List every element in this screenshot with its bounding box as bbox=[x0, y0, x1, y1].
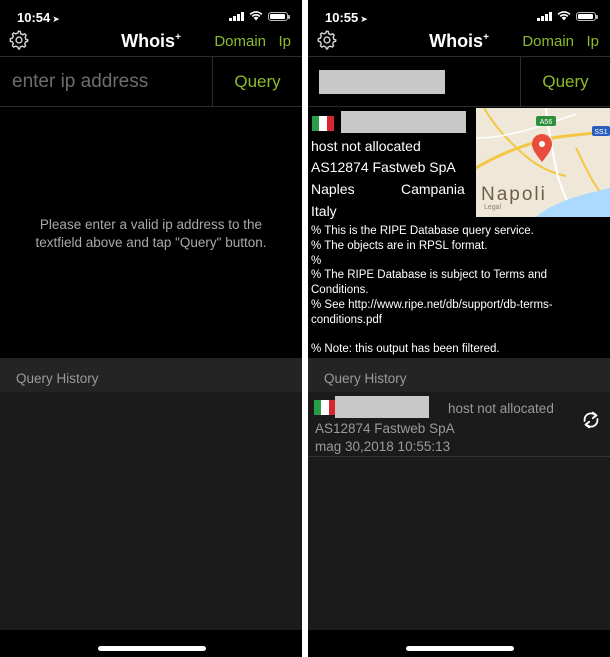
status-bar: 10:55 ➤ bbox=[308, 0, 610, 26]
pin-icon bbox=[532, 134, 552, 162]
history-ip-redacted bbox=[335, 396, 429, 418]
battery-icon bbox=[576, 11, 598, 21]
status-icons bbox=[229, 11, 290, 21]
empty-state-message: Please enter a valid ip address to the t… bbox=[35, 217, 267, 250]
history-host-status: host not allocated bbox=[448, 401, 554, 416]
italy-flag-icon bbox=[312, 116, 334, 131]
query-history-header: Query History bbox=[0, 358, 302, 392]
city-text: Naples bbox=[311, 181, 355, 197]
road-label-ss1: SS1 bbox=[594, 129, 607, 136]
italy-flag-icon bbox=[314, 400, 336, 415]
asn-text: AS12874 Fastweb SpA bbox=[311, 159, 456, 175]
history-asn: AS12874 Fastweb SpA bbox=[315, 421, 455, 436]
host-status: host not allocated bbox=[311, 138, 421, 154]
battery-icon bbox=[268, 11, 290, 21]
query-history-section: Query History bbox=[0, 358, 302, 630]
query-button[interactable]: Query bbox=[520, 57, 610, 106]
signal-icon bbox=[229, 11, 244, 21]
map-legal-link[interactable]: Legal bbox=[484, 204, 501, 211]
road-label-a56: A56 bbox=[540, 119, 553, 126]
repeat-icon[interactable] bbox=[580, 409, 602, 431]
status-time: 10:55 ➤ bbox=[325, 10, 368, 25]
ip-tab[interactable]: Ip bbox=[278, 33, 291, 50]
location-map[interactable]: A56 SS1 Napoli Legal bbox=[476, 108, 610, 217]
location-arrow-icon: ➤ bbox=[360, 14, 368, 24]
query-history-header: Query History bbox=[308, 358, 610, 392]
query-history-title: Query History bbox=[16, 371, 99, 386]
query-row: Query bbox=[0, 57, 302, 107]
country-text: Italy bbox=[311, 203, 337, 219]
domain-tab[interactable]: Domain bbox=[522, 33, 574, 50]
region-text: Campania bbox=[401, 181, 465, 197]
wifi-icon bbox=[249, 11, 263, 21]
whois-raw-text: % This is the RIPE Database query servic… bbox=[311, 225, 553, 356]
nav-bar: Whois+ Domain Ip bbox=[0, 26, 302, 57]
domain-tab[interactable]: Domain bbox=[214, 33, 266, 50]
phone-screen-result: 10:55 ➤ Whois+ Domain Ip Query host not a… bbox=[308, 0, 610, 657]
home-indicator[interactable] bbox=[406, 646, 514, 651]
result-ip-redacted bbox=[341, 111, 466, 133]
bottom-bar bbox=[0, 630, 302, 657]
wifi-icon bbox=[557, 11, 571, 21]
ip-address-input[interactable] bbox=[0, 57, 212, 106]
history-timestamp: mag 30,2018 10:55:13 bbox=[315, 439, 451, 454]
query-history-section: Query History host not allocated AS12874… bbox=[308, 358, 610, 630]
map-city-label: Napoli bbox=[481, 184, 547, 205]
nav-bar: Whois+ Domain Ip bbox=[308, 26, 610, 57]
signal-icon bbox=[537, 11, 552, 21]
whois-result: host not allocated AS12874 Fastweb SpA N… bbox=[308, 107, 610, 358]
ip-tab[interactable]: Ip bbox=[586, 33, 599, 50]
query-history-title: Query History bbox=[324, 371, 407, 386]
query-button[interactable]: Query bbox=[212, 57, 302, 106]
bottom-bar bbox=[308, 630, 610, 657]
ip-address-input-redacted[interactable] bbox=[319, 70, 445, 94]
status-bar: 10:54 ➤ bbox=[0, 0, 302, 26]
location-arrow-icon: ➤ bbox=[52, 14, 60, 24]
status-icons bbox=[537, 11, 598, 21]
phone-screen-empty: 10:54➤ Whois+ Domain Ip Query Please ent… bbox=[0, 0, 302, 657]
status-time: 10:54 ➤ bbox=[17, 10, 60, 25]
query-row: Query bbox=[308, 57, 610, 107]
history-item[interactable]: host not allocated AS12874 Fastweb SpA m… bbox=[308, 392, 610, 457]
home-indicator[interactable] bbox=[98, 646, 206, 651]
